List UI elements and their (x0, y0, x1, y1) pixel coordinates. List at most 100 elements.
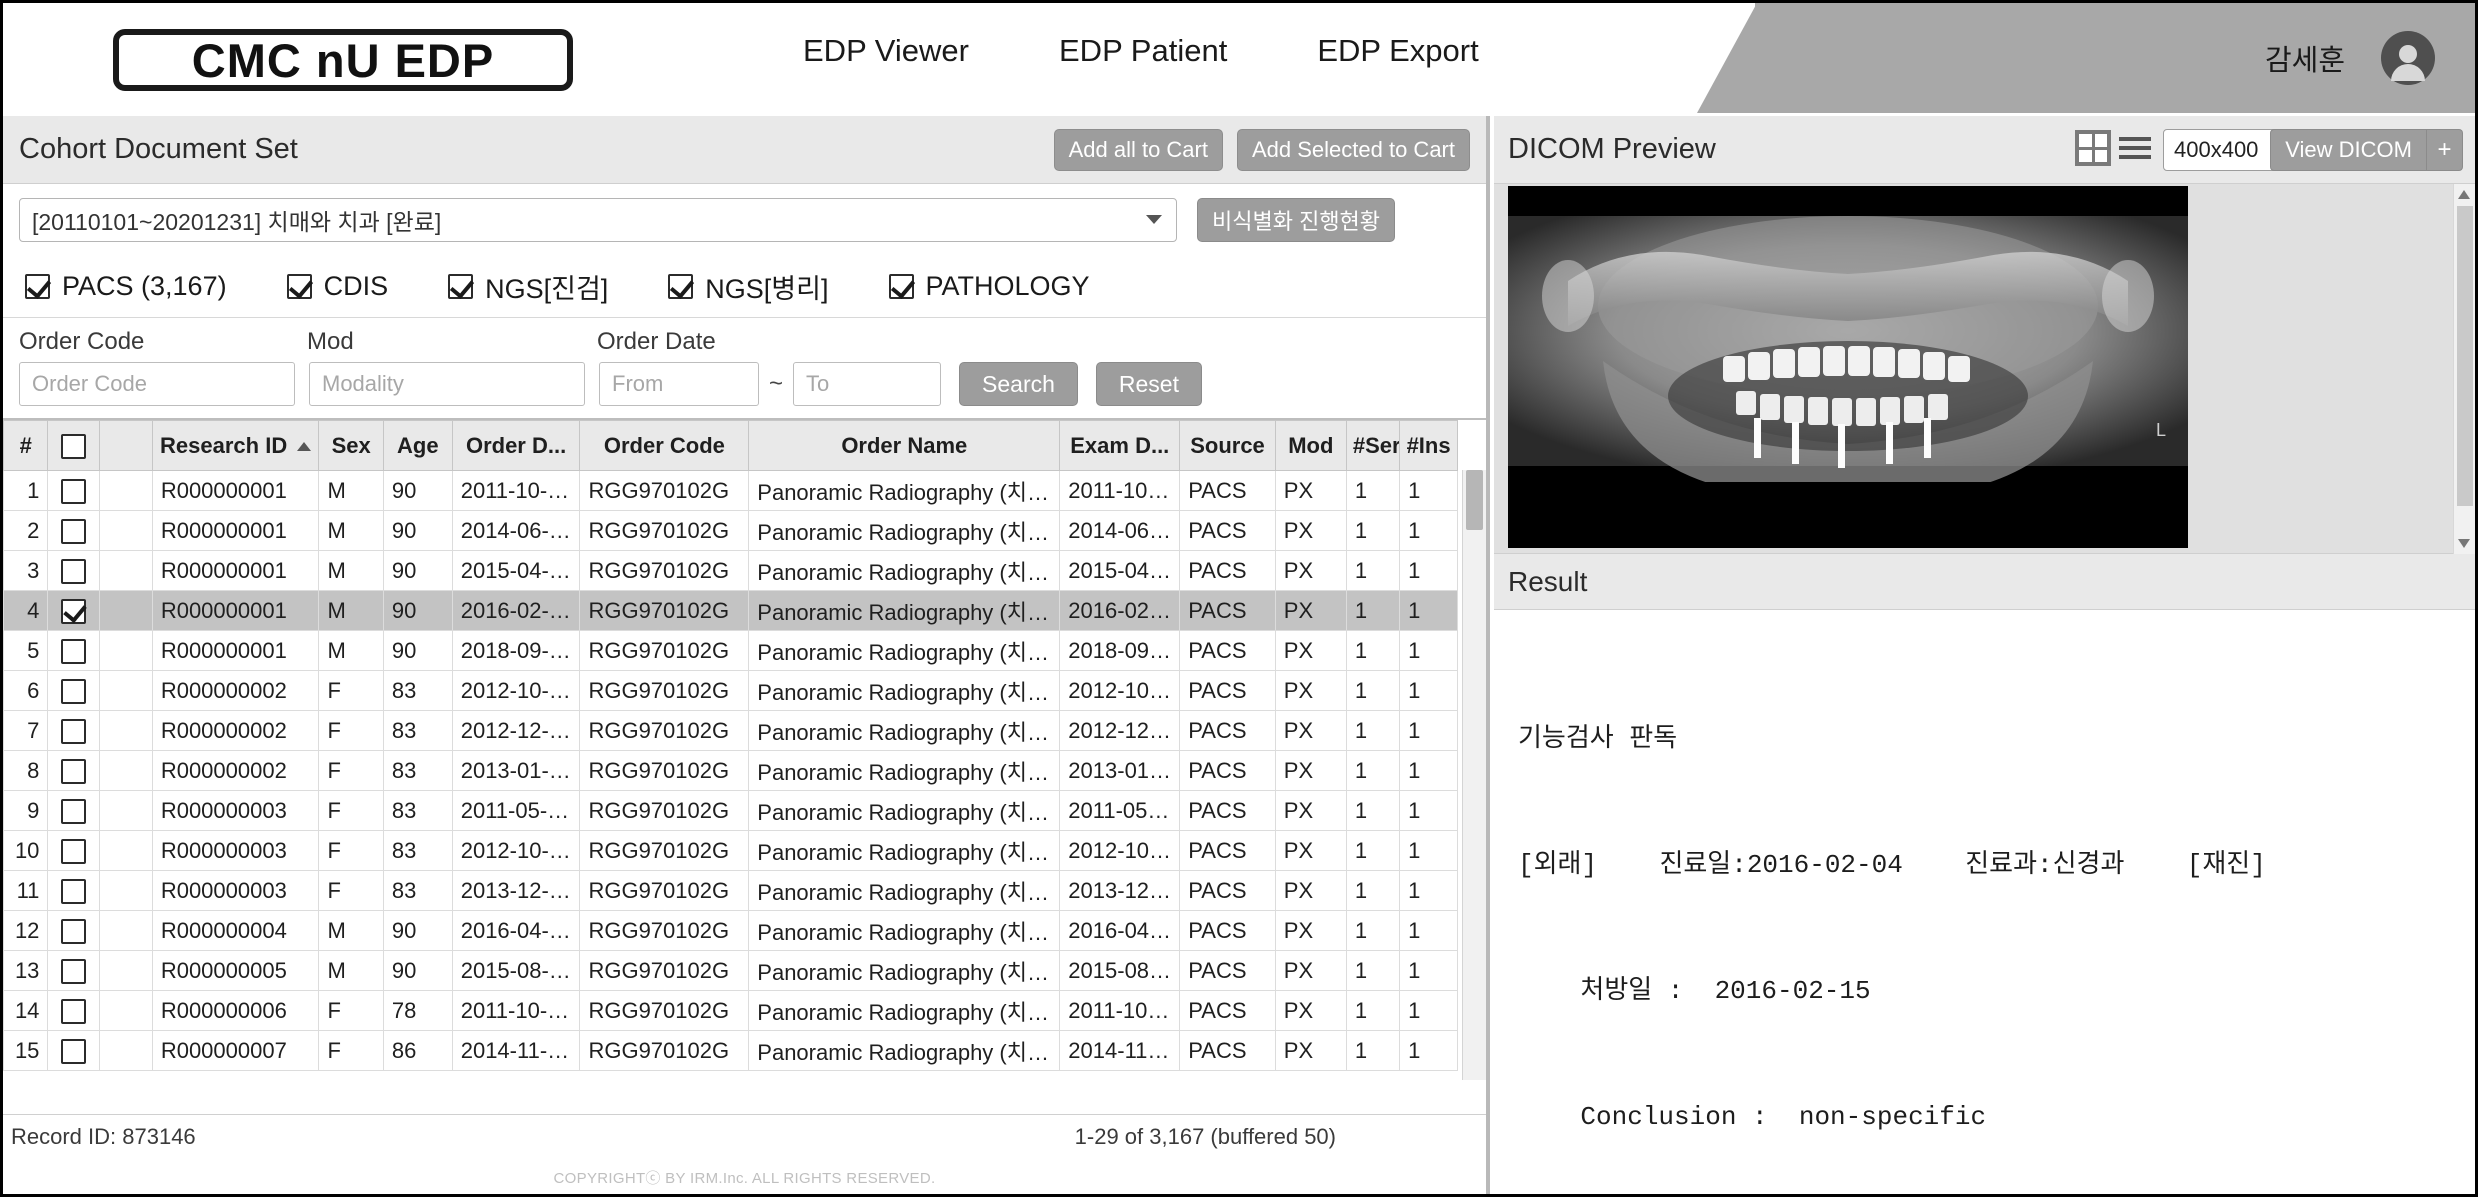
th-exam-date[interactable]: Exam D... (1059, 420, 1181, 471)
cell-exam-date: 2012-12-... (1059, 710, 1181, 751)
row-checkbox[interactable] (47, 1030, 100, 1071)
row-checkbox[interactable] (47, 670, 100, 711)
table-row[interactable]: 12 R000000004 M 90 2016-04-19 RGG970102G Panor… (3, 910, 1458, 951)
th-order-code[interactable]: Order Code (579, 420, 750, 471)
row-select-checkbox[interactable] (60, 678, 86, 704)
view-dicom-add-button[interactable]: + (2427, 129, 2463, 171)
modality-input[interactable]: Modality (309, 362, 585, 406)
checkbox-box-ngs-lab[interactable] (448, 274, 474, 299)
row-select-checkbox[interactable] (60, 878, 86, 904)
order-date-to-input[interactable]: To (793, 362, 942, 406)
add-all-to-cart-button[interactable]: Add all to Cart (1053, 129, 1223, 171)
checkbox-cdis[interactable]: CDIS (286, 271, 389, 302)
row-checkbox[interactable] (47, 630, 100, 671)
table-row[interactable]: 1 R000000001 M 90 2011-10-18 RGG970102G Panora… (3, 470, 1458, 511)
user-area[interactable]: 감세훈 (2265, 31, 2435, 85)
list-view-icon[interactable] (2117, 130, 2153, 166)
scroll-up-icon[interactable] (2458, 190, 2470, 199)
row-checkbox[interactable] (47, 710, 100, 751)
row-select-checkbox[interactable] (60, 838, 86, 864)
nav-item-edp-patient[interactable]: EDP Patient (1059, 33, 1227, 69)
preview-scrollbar-thumb[interactable] (2457, 206, 2473, 506)
row-checkbox[interactable] (47, 950, 100, 991)
checkbox-pacs[interactable]: PACS (3,167) (25, 271, 227, 302)
checkbox-box-ngs-pathology[interactable] (668, 274, 694, 299)
row-select-checkbox[interactable] (60, 518, 86, 544)
checkbox-pathology[interactable]: PATHOLOGY (888, 271, 1090, 302)
table-row[interactable]: 11 R000000003 F 83 2013-12-10 RGG970102G Panor… (3, 870, 1458, 911)
scrollbar-thumb[interactable] (1466, 470, 1483, 530)
table-row[interactable]: 14 R000000006 F 78 2011-10-20 RGG970102G Panor… (3, 990, 1458, 1031)
table-row[interactable]: 3 R000000001 M 90 2015-04-14 RGG970102G Panora… (3, 550, 1458, 591)
row-checkbox[interactable] (47, 990, 100, 1031)
checkbox-ngs-lab[interactable]: NGS[진검] (448, 267, 608, 306)
checkbox-box-cdis[interactable] (286, 274, 312, 299)
row-checkbox[interactable] (47, 590, 100, 631)
table-row[interactable]: 6 R000000002 F 83 2012-10-18 RGG970102G Panora… (3, 670, 1458, 711)
row-select-checkbox[interactable] (60, 798, 86, 824)
row-checkbox[interactable] (47, 910, 100, 951)
th-mod[interactable]: Mod (1274, 420, 1347, 471)
table-row[interactable]: 13 R000000005 M 90 2015-08-28 RGG970102G Panor… (3, 950, 1458, 991)
row-checkbox[interactable] (47, 870, 100, 911)
checkbox-label-cdis: CDIS (323, 271, 389, 301)
row-checkbox[interactable] (47, 790, 100, 831)
table-row[interactable]: 8 R000000002 F 83 2013-01-15 RGG970102G Panora… (3, 750, 1458, 791)
row-select-checkbox[interactable] (60, 638, 86, 664)
th-instance-count[interactable]: #Ins (1399, 420, 1458, 471)
table-row[interactable]: 7 R000000002 F 83 2012-12-18 RGG970102G Panora… (3, 710, 1458, 751)
panoramic-xray-image[interactable]: L (1508, 186, 2188, 548)
cohort-select[interactable]: [20110101~20201231] 치매와 치과 [완료] (19, 198, 1177, 242)
th-sex[interactable]: Sex (318, 420, 384, 471)
row-select-checkbox[interactable] (60, 918, 86, 944)
nav-item-edp-viewer[interactable]: EDP Viewer (803, 33, 969, 69)
th-select-all[interactable] (47, 420, 100, 471)
view-dicom-button[interactable]: View DICOM (2270, 129, 2427, 171)
order-code-input[interactable]: Order Code (19, 362, 295, 406)
th-source[interactable]: Source (1179, 420, 1276, 471)
th-index[interactable]: # (3, 420, 49, 471)
row-select-checkbox[interactable] (60, 718, 86, 744)
reset-button[interactable]: Reset (1095, 362, 1202, 406)
add-selected-to-cart-button[interactable]: Add Selected to Cart (1236, 129, 1470, 171)
row-checkbox[interactable] (47, 470, 100, 511)
row-select-checkbox[interactable] (60, 758, 86, 784)
table-row[interactable]: 9 R000000003 F 83 2011-05-02 RGG970102G Panora… (3, 790, 1458, 831)
checkbox-ngs-pathology[interactable]: NGS[병리] (668, 267, 829, 306)
row-checkbox[interactable] (47, 830, 100, 871)
table-row[interactable]: 15 R000000007 F 86 2014-11-03 RGG970102G Panor… (3, 1030, 1458, 1071)
row-spacer (98, 470, 153, 511)
row-select-checkbox[interactable] (60, 478, 86, 504)
row-checkbox[interactable] (47, 550, 100, 591)
table-row[interactable]: 4 R000000001 M 90 2016-02-04 RGG970102G Panora… (3, 590, 1458, 631)
table-row[interactable]: 5 R000000001 M 90 2018-09-04 RGG970102G Panora… (3, 630, 1458, 671)
row-select-checkbox[interactable] (60, 1038, 86, 1064)
row-checkbox[interactable] (47, 510, 100, 551)
table-row[interactable]: 2 R000000001 M 90 2014-06-24 RGG970102G Panora… (3, 510, 1458, 551)
table-vertical-scrollbar[interactable] (1462, 470, 1486, 1080)
deidentification-progress-button[interactable]: 비식별화 진행현황 (1197, 198, 1396, 242)
th-order-date[interactable]: Order D... (451, 420, 581, 471)
user-circle-icon[interactable] (2381, 31, 2435, 85)
cell-instance-count: 1 (1399, 910, 1458, 951)
scroll-down-icon[interactable] (2458, 539, 2470, 548)
search-button[interactable]: Search (959, 362, 1078, 406)
row-select-checkbox[interactable] (60, 998, 86, 1024)
th-research-id[interactable]: Research ID (151, 420, 320, 471)
grid-view-icon[interactable] (2075, 130, 2111, 166)
th-age[interactable]: Age (382, 420, 453, 471)
cell-instance-count: 1 (1399, 510, 1458, 551)
row-select-checkbox[interactable] (60, 958, 86, 984)
preview-scrollbar[interactable] (2453, 184, 2475, 554)
row-checkbox[interactable] (47, 750, 100, 791)
checkbox-box-pacs[interactable] (25, 274, 50, 299)
th-series-count[interactable]: #Ser (1345, 420, 1401, 471)
nav-item-edp-export[interactable]: EDP Export (1317, 33, 1478, 69)
order-date-from-input[interactable]: From (599, 362, 759, 406)
th-order-name[interactable]: Order Name (748, 420, 1061, 471)
checkbox-box-pathology[interactable] (888, 274, 914, 299)
row-select-checkbox[interactable] (60, 558, 86, 584)
table-row[interactable]: 10 R000000003 F 83 2012-10-05 RGG970102G Panor… (3, 830, 1458, 871)
row-select-checkbox[interactable] (60, 598, 86, 624)
select-all-checkbox[interactable] (60, 433, 86, 459)
